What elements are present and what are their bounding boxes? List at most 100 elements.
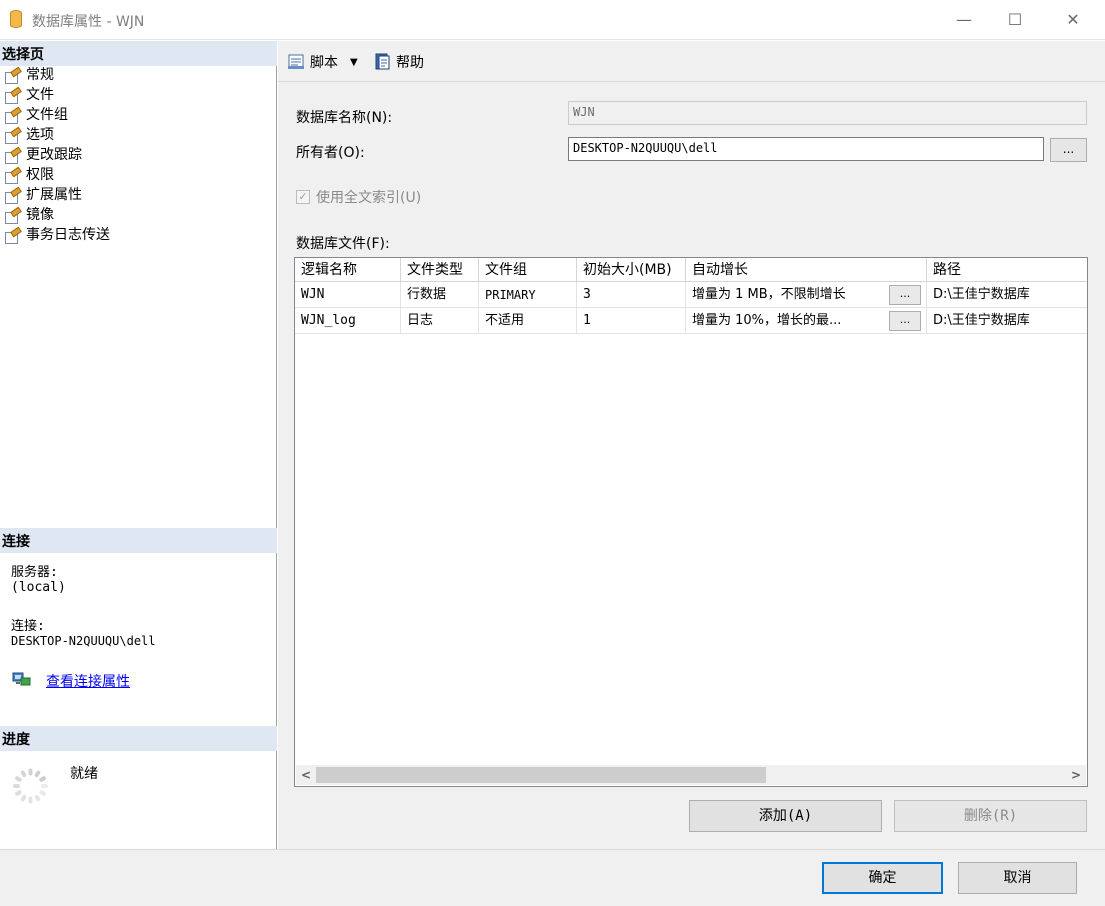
nav-item[interactable]: 常规 [4, 66, 54, 85]
property-page-icon [4, 68, 21, 84]
nav-item-label: 扩展属性 [26, 187, 82, 203]
col-header-logical-name[interactable]: 逻辑名称 [295, 258, 401, 282]
nav-item[interactable]: 权限 [4, 166, 54, 185]
connection-label: 连接: [11, 619, 45, 634]
table-header: 逻辑名称 文件类型 文件组 初始大小(MB) 自动增长 路径 [295, 258, 1087, 282]
progress-header: 进度 [0, 726, 277, 751]
property-page-icon [4, 188, 21, 204]
nav-item[interactable]: 文件组 [4, 106, 68, 125]
script-button[interactable]: 脚本 ▼ [287, 51, 358, 73]
col-header-autogrowth[interactable]: 自动增长 [686, 258, 927, 282]
spinner-segment [34, 794, 41, 803]
spinner-segment [20, 794, 27, 803]
title-bar: 数据库属性 - WJN — ☐ ✕ [0, 0, 1105, 40]
owner-field[interactable]: DESKTOP-N2QUUQU\dell [568, 137, 1044, 161]
window-title: 数据库属性 - WJN [32, 14, 145, 30]
spinner-segment [20, 769, 27, 778]
database-icon [10, 10, 22, 28]
nav-item-label: 事务日志传送 [26, 227, 110, 243]
property-page-icon [4, 108, 21, 124]
remove-button[interactable]: 删除(R) [894, 800, 1087, 832]
cell-filegroup[interactable]: PRIMARY [479, 282, 577, 308]
scrollbar-thumb[interactable] [316, 767, 766, 783]
nav-item-label: 常规 [26, 67, 54, 83]
autogrowth-edit-button[interactable]: ... [889, 285, 921, 305]
col-header-initial-size[interactable]: 初始大小(MB) [577, 258, 686, 282]
server-value: (local) [11, 580, 66, 595]
nav-item[interactable]: 镜像 [4, 206, 54, 225]
db-files-label: 数据库文件(F): [296, 236, 390, 252]
nav-item[interactable]: 选项 [4, 126, 54, 145]
property-page-icon [4, 128, 21, 144]
help-icon [373, 53, 393, 71]
help-label: 帮助 [396, 55, 424, 71]
nav-item[interactable]: 文件 [4, 86, 54, 105]
spinner-segment [38, 789, 47, 797]
fulltext-checkbox-row[interactable]: ✓ 使用全文索引(U) [296, 187, 421, 207]
cell-file-type[interactable]: 日志 [401, 308, 479, 334]
chevron-down-icon[interactable]: ▼ [350, 57, 358, 68]
view-connection-properties-link[interactable]: 查看连接属性 [46, 671, 130, 691]
property-page-icon [4, 88, 21, 104]
maximize-button[interactable]: ☐ [992, 0, 1038, 40]
toolbar: 脚本 ▼ 帮助 [278, 41, 1105, 82]
cell-filegroup[interactable]: 不适用 [479, 308, 577, 334]
nav-item-label: 文件 [26, 87, 54, 103]
nav-item[interactable]: 事务日志传送 [4, 226, 110, 245]
nav-item[interactable]: 更改跟踪 [4, 146, 82, 165]
table-row[interactable]: WJN_log 日志 不适用 1 增量为 10%，增长的最... ... D:\… [295, 308, 1087, 334]
progress-spinner-icon [12, 767, 50, 805]
left-pane: 选择页 常规 文件 文件组 选项 更改跟踪 权限 扩展属性 镜像 事务日志传送 连接 服务器: … [0, 41, 277, 849]
property-page-icon [4, 208, 21, 224]
db-name-label: 数据库名称(N): [296, 110, 393, 126]
nav-item-label: 选项 [26, 127, 54, 143]
nav-item[interactable]: 扩展属性 [4, 186, 82, 205]
property-page-icon [4, 168, 21, 184]
cell-path[interactable]: D:\王佳宁数据库 [927, 308, 1087, 334]
close-button[interactable]: ✕ [1050, 0, 1096, 40]
connection-header: 连接 [0, 528, 277, 553]
minimize-button[interactable]: — [941, 0, 987, 40]
col-header-file-type[interactable]: 文件类型 [401, 258, 479, 282]
server-label: 服务器: [11, 565, 58, 580]
fulltext-checkbox[interactable]: ✓ [296, 190, 310, 204]
autogrowth-edit-button[interactable]: ... [889, 311, 921, 331]
spinner-segment [41, 784, 48, 788]
cell-initial-size[interactable]: 3 [577, 282, 686, 308]
owner-browse-button[interactable]: ... [1050, 138, 1087, 162]
col-header-path[interactable]: 路径 [927, 258, 1087, 282]
db-files-table[interactable]: 逻辑名称 文件类型 文件组 初始大小(MB) 自动增长 路径 WJN 行数据 P… [294, 257, 1088, 787]
script-icon [287, 53, 307, 71]
scroll-right-icon[interactable]: > [1066, 765, 1086, 785]
cell-initial-size[interactable]: 1 [577, 308, 686, 334]
add-button[interactable]: 添加(A) [689, 800, 882, 832]
property-page-icon [4, 148, 21, 164]
cell-logical-name[interactable]: WJN [295, 282, 401, 308]
help-button[interactable]: 帮助 [373, 51, 424, 73]
owner-label: 所有者(O): [296, 145, 365, 161]
cell-file-type[interactable]: 行数据 [401, 282, 479, 308]
db-name-field: WJN [568, 101, 1087, 125]
script-label: 脚本 [310, 55, 338, 71]
spinner-segment [13, 784, 20, 788]
cancel-button[interactable]: 取消 [958, 862, 1077, 894]
table-row[interactable]: WJN 行数据 PRIMARY 3 增量为 1 MB，不限制增长 ... D:\… [295, 282, 1087, 308]
spinner-segment [28, 796, 33, 804]
cell-path[interactable]: D:\王佳宁数据库 [927, 282, 1087, 308]
property-page-icon [4, 228, 21, 244]
nav-item-label: 更改跟踪 [26, 147, 82, 163]
connection-value: DESKTOP-N2QUUQU\dell [11, 634, 156, 648]
cell-logical-name[interactable]: WJN_log [295, 308, 401, 334]
nav-item-label: 文件组 [26, 107, 68, 123]
spinner-segment [14, 775, 23, 783]
spinner-segment [38, 775, 47, 783]
horizontal-scrollbar[interactable]: < > [296, 765, 1086, 785]
fulltext-label: 使用全文索引(U) [316, 190, 422, 206]
scroll-left-icon[interactable]: < [296, 765, 316, 785]
col-header-filegroup[interactable]: 文件组 [479, 258, 577, 282]
nav-item-label: 权限 [26, 167, 54, 183]
nav-item-label: 镜像 [26, 207, 54, 223]
spinner-segment [28, 768, 33, 776]
select-page-header: 选择页 [0, 41, 277, 66]
ok-button[interactable]: 确定 [822, 862, 943, 894]
